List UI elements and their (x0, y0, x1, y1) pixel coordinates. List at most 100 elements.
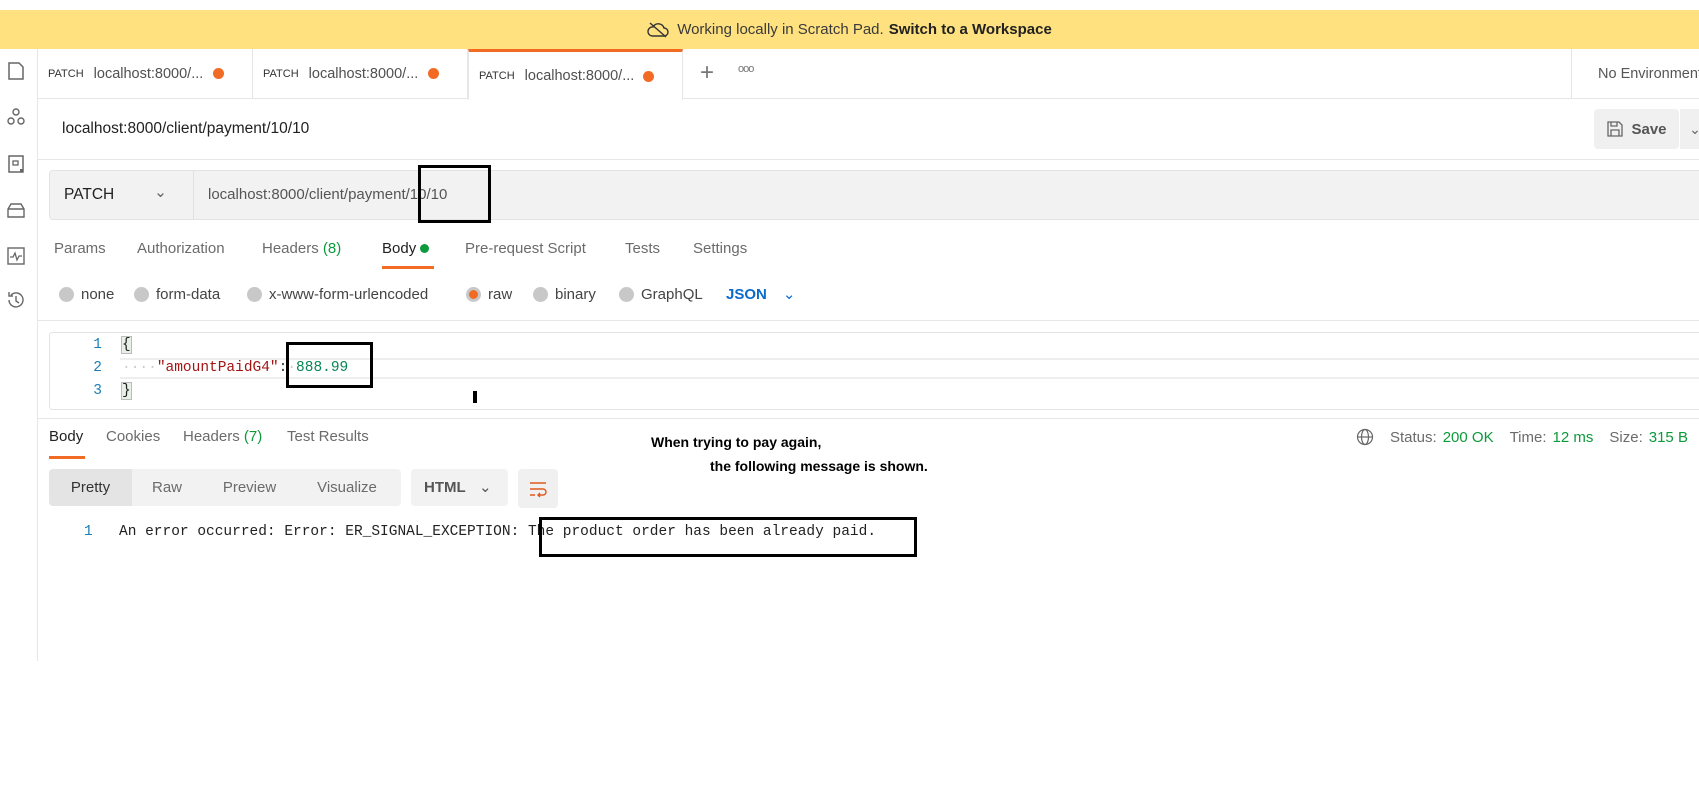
radio-label: x-www-form-urlencoded (269, 286, 429, 303)
size-label: Size: (1609, 428, 1643, 446)
tab-headers[interactable]: Headers (8) (262, 240, 341, 257)
tab-params[interactable]: Params (54, 240, 106, 257)
radio-graphql[interactable]: GraphQL (619, 286, 703, 303)
request-title[interactable]: localhost:8000/client/payment/10/10 (62, 120, 309, 138)
environment-selector[interactable]: No Environment (1571, 49, 1699, 99)
save-icon (1607, 121, 1624, 137)
banner-text: Working locally in Scratch Pad. (677, 21, 884, 38)
text-cursor (473, 391, 477, 403)
unsaved-dot (428, 68, 439, 79)
left-sidebar (0, 49, 38, 661)
tab-body-label: Body (382, 240, 417, 257)
radio-label: GraphQL (641, 286, 703, 303)
request-tab-bar: PATCH localhost:8000/... PATCH localhost:8… (38, 49, 1699, 100)
response-format-select[interactable]: HTML ⌄ (411, 469, 508, 506)
tab-label: Headers (183, 428, 240, 445)
active-tab-underline (49, 456, 85, 459)
json-key: "amountPaidG4" (156, 360, 279, 376)
view-raw[interactable]: Raw (132, 469, 202, 506)
radio-label: form-data (156, 286, 221, 303)
tab-body[interactable]: Body (382, 240, 430, 257)
radio-urlencoded[interactable]: x-www-form-urlencoded (247, 286, 428, 303)
tab-method: PATCH (479, 70, 515, 82)
monitors-icon[interactable] (5, 245, 27, 267)
request-tab[interactable]: PATCH localhost:8000/... (253, 49, 468, 99)
view-pretty[interactable]: Pretty (49, 469, 132, 506)
radio-form-data[interactable]: form-data (134, 286, 220, 303)
line-number: 3 (93, 383, 102, 399)
request-title-row: localhost:8000/client/payment/10/10 Save… (38, 99, 1699, 160)
tab-pre-request-script[interactable]: Pre-request Script (465, 240, 586, 257)
request-tab[interactable]: PATCH localhost:8000/... (38, 49, 253, 99)
tab-authorization[interactable]: Authorization (137, 240, 225, 257)
history-icon[interactable] (5, 289, 27, 311)
annotation-line-2: the following message is shown. (710, 458, 928, 474)
radio-raw[interactable]: raw (466, 286, 512, 303)
status-label: Status: (1390, 428, 1437, 446)
url-input[interactable]: localhost:8000/client/payment/10/10 (208, 186, 447, 203)
request-tab-active[interactable]: PATCH localhost:8000/... (468, 49, 683, 100)
view-preview[interactable]: Preview (202, 469, 297, 506)
wrap-lines-button[interactable] (518, 469, 558, 508)
wrap-icon (530, 481, 547, 497)
mock-servers-icon[interactable] (5, 199, 27, 221)
tab-method: PATCH (48, 68, 84, 80)
highlight-box-url (418, 165, 491, 223)
tab-label: localhost:8000/... (524, 68, 635, 84)
error-prefix: An error occurred: Error: ER_SIGNAL_EXCE… (119, 524, 528, 540)
url-bar: PATCH ⌄ localhost:8000/client/payment/10… (49, 170, 1699, 220)
radio-binary[interactable]: binary (533, 286, 596, 303)
save-label: Save (1631, 120, 1667, 138)
tab-method: PATCH (263, 68, 299, 80)
active-tab-underline (382, 266, 434, 269)
response-tab-headers[interactable]: Headers (7) (183, 428, 262, 445)
time-value[interactable]: 12 ms (1553, 429, 1594, 446)
response-tab-body[interactable]: Body (49, 428, 83, 445)
collections-icon[interactable] (5, 60, 27, 82)
more-tabs-icon[interactable]: ooo (738, 63, 754, 75)
save-options-chevron-icon[interactable]: ⌄ (1680, 109, 1699, 149)
environments-icon[interactable] (5, 153, 27, 175)
line-number: 2 (93, 360, 102, 376)
divider (38, 418, 1699, 419)
headers-count: (7) (243, 428, 263, 445)
new-tab-plus-icon[interactable]: + (700, 59, 714, 87)
globe-icon[interactable] (1356, 428, 1374, 446)
radio-label: raw (488, 286, 513, 303)
tab-label: localhost:8000/... (308, 66, 419, 82)
chevron-down-icon: ⌄ (782, 286, 796, 303)
tab-tests[interactable]: Tests (625, 240, 660, 257)
tab-settings[interactable]: Settings (693, 240, 747, 257)
radio-label: binary (555, 286, 596, 303)
cloud-off-icon (647, 21, 669, 38)
status-value[interactable]: 200 OK (1443, 429, 1494, 446)
time-label: Time: (1509, 428, 1547, 446)
view-visualize[interactable]: Visualize (297, 469, 397, 506)
divider (38, 320, 1699, 321)
highlight-box-message (539, 517, 917, 557)
chevron-down-icon: ⌄ (154, 184, 167, 201)
unsaved-dot (643, 71, 654, 82)
radio-none[interactable]: none (59, 286, 114, 303)
save-button[interactable]: Save (1594, 109, 1679, 149)
headers-count: (8) (322, 240, 342, 257)
tab-headers-label: Headers (262, 240, 319, 257)
size-value[interactable]: 315 B (1649, 429, 1688, 446)
scratch-pad-banner: Working locally in Scratch Pad. Switch t… (0, 10, 1699, 49)
response-tab-cookies[interactable]: Cookies (106, 428, 160, 445)
body-active-dot (420, 244, 430, 253)
line-number: 1 (84, 524, 93, 540)
apis-icon[interactable] (5, 106, 27, 128)
close-brace: } (121, 382, 132, 400)
highlight-box-value (286, 342, 373, 388)
response-tab-test-results[interactable]: Test Results (287, 428, 369, 445)
response-meta: Status: 200 OK Time: 12 ms Size: 315 B (1356, 428, 1688, 446)
unsaved-dot (213, 68, 224, 79)
format-label: JSON (726, 286, 767, 303)
annotation-line-1: When trying to pay again, (651, 434, 822, 450)
switch-workspace-link[interactable]: Switch to a Workspace (889, 21, 1052, 38)
radio-label: none (81, 286, 115, 303)
body-format-select[interactable]: JSON ⌄ (726, 285, 795, 303)
method-select[interactable]: PATCH ⌄ (50, 171, 194, 219)
open-brace: { (121, 336, 132, 354)
